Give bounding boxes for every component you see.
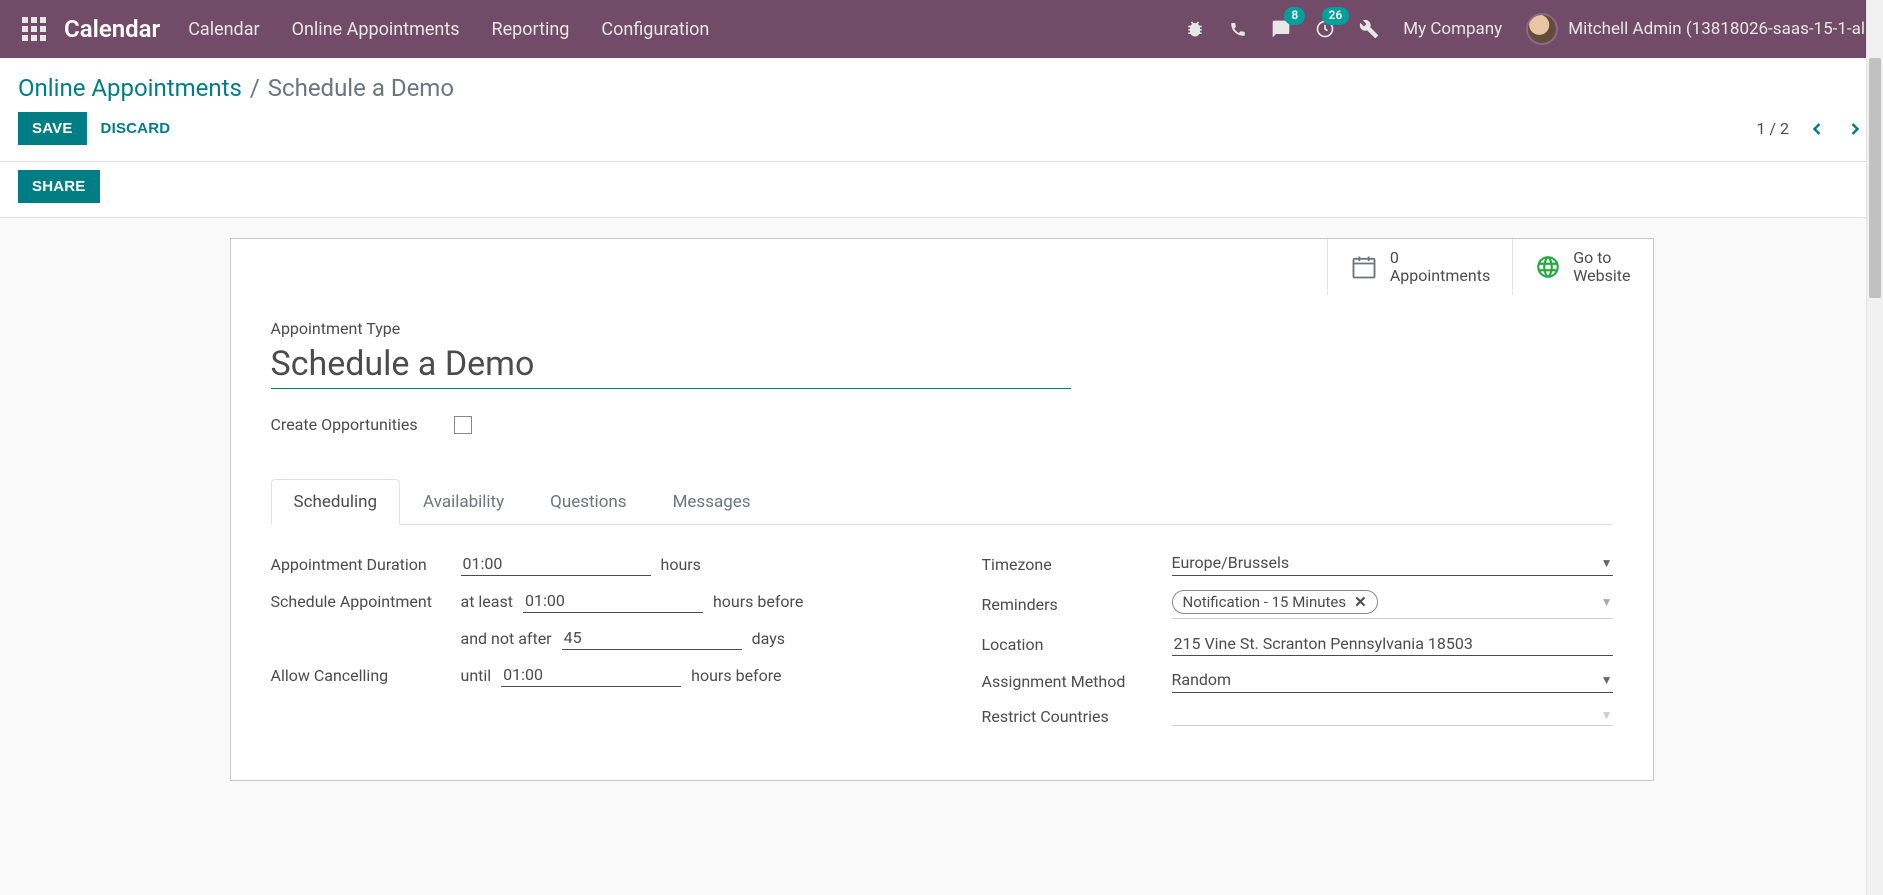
pager-prev-icon[interactable] [1807, 119, 1827, 139]
schedule-suffix1: hours before [713, 592, 803, 611]
schedule-prefix1: at least [461, 592, 513, 611]
restrict-label: Restrict Countries [982, 707, 1172, 726]
duration-label: Appointment Duration [271, 555, 461, 574]
schedule-suffix2: days [752, 629, 785, 648]
breadcrumb: Online Appointments / Schedule a Demo [18, 74, 1865, 102]
cancel-suffix: hours before [691, 666, 781, 685]
location-input[interactable] [1172, 633, 1613, 656]
stat-appointments[interactable]: 0 Appointments [1328, 239, 1512, 295]
form-right-col: Timezone Europe/Brussels ▼ Reminders Not… [982, 553, 1613, 740]
company-name[interactable]: My Company [1403, 19, 1502, 39]
create-opportunities-checkbox[interactable] [454, 416, 472, 434]
nav-right: 8 26 My Company Mitchell Admin (13818026… [1185, 13, 1865, 45]
clock-badge: 26 [1322, 7, 1350, 25]
timezone-label: Timezone [982, 555, 1172, 574]
stat-website-line1: Go to [1573, 249, 1630, 267]
pager-text: 1 / 2 [1756, 119, 1789, 138]
breadcrumb-sep: / [250, 74, 260, 102]
restrict-select[interactable]: ▼ [1172, 708, 1613, 726]
button-box: 0 Appointments Go to Website [1327, 239, 1653, 295]
brand-title[interactable]: Calendar [64, 15, 160, 43]
chat-badge: 8 [1284, 7, 1305, 25]
title-label: Appointment Type [271, 319, 1613, 338]
user-menu[interactable]: Mitchell Admin (13818026-saas-15-1-al [1526, 13, 1865, 45]
top-navbar: Calendar Calendar Online Appointments Re… [0, 0, 1883, 58]
share-button[interactable]: SHARE [18, 170, 100, 203]
appointment-type-input[interactable] [271, 342, 1071, 389]
form-sheet: 0 Appointments Go to Website Appointment… [230, 238, 1654, 781]
calendar-icon [1350, 253, 1378, 281]
nav-menu: Calendar Online Appointments Reporting C… [188, 19, 709, 40]
pager-next-icon[interactable] [1845, 119, 1865, 139]
breadcrumb-current: Schedule a Demo [268, 74, 454, 102]
schedule-label: Schedule Appointment [271, 592, 461, 611]
user-name: Mitchell Admin (13818026-saas-15-1-al [1568, 19, 1865, 39]
stat-count: 0 [1390, 249, 1490, 267]
reminders-label: Reminders [982, 595, 1172, 614]
schedule-min-input[interactable] [523, 590, 703, 613]
chat-icon[interactable]: 8 [1271, 19, 1291, 39]
save-button[interactable]: SAVE [18, 112, 87, 145]
caret-down-icon: ▼ [1601, 556, 1613, 570]
nav-item-reporting[interactable]: Reporting [492, 19, 570, 40]
schedule-max-input[interactable] [562, 627, 742, 650]
create-opportunities-label: Create Opportunities [271, 415, 418, 434]
caret-down-icon: ▼ [1601, 708, 1613, 722]
stat-website-line2: Website [1573, 267, 1630, 285]
scrollbar-thumb[interactable] [1869, 58, 1881, 298]
scrollbar[interactable] [1866, 0, 1883, 895]
discard-button[interactable]: DISCARD [87, 112, 185, 145]
clock-icon[interactable]: 26 [1315, 19, 1335, 39]
duration-input[interactable] [461, 553, 651, 576]
stat-label: Appointments [1390, 267, 1490, 285]
cancel-prefix: until [461, 666, 492, 685]
tabs: Scheduling Availability Questions Messag… [271, 478, 1613, 525]
cancel-label: Allow Cancelling [271, 666, 461, 685]
globe-icon [1535, 254, 1561, 280]
reminders-input[interactable]: Notification - 15 Minutes ✕ ▼ [1172, 590, 1613, 619]
tab-questions[interactable]: Questions [527, 479, 649, 525]
tools-icon[interactable] [1359, 19, 1379, 39]
tab-availability[interactable]: Availability [400, 479, 527, 525]
cancel-input[interactable] [501, 664, 681, 687]
assign-select[interactable]: Random ▼ [1172, 670, 1613, 693]
nav-item-configuration[interactable]: Configuration [601, 19, 709, 40]
tab-messages[interactable]: Messages [650, 479, 774, 525]
timezone-select[interactable]: Europe/Brussels ▼ [1172, 553, 1613, 576]
caret-down-icon: ▼ [1601, 673, 1613, 687]
location-label: Location [982, 635, 1172, 654]
share-row: SHARE [0, 162, 1883, 218]
reminder-tag-text: Notification - 15 Minutes [1183, 593, 1347, 611]
control-panel: Online Appointments / Schedule a Demo SA… [0, 58, 1883, 162]
pager: 1 / 2 [1756, 119, 1865, 139]
breadcrumb-parent[interactable]: Online Appointments [18, 74, 242, 102]
schedule-prefix2: and not after [461, 629, 552, 648]
avatar [1526, 13, 1558, 45]
assign-label: Assignment Method [982, 672, 1172, 691]
form-left-col: Appointment Duration hours Schedule Appo… [271, 553, 902, 740]
caret-down-icon: ▼ [1601, 595, 1613, 609]
stat-website[interactable]: Go to Website [1512, 239, 1652, 295]
phone-icon[interactable] [1229, 20, 1247, 38]
assign-value: Random [1172, 670, 1232, 689]
bug-icon[interactable] [1185, 19, 1205, 39]
nav-item-calendar[interactable]: Calendar [188, 19, 259, 40]
nav-item-online-appointments[interactable]: Online Appointments [292, 19, 460, 40]
tab-scheduling[interactable]: Scheduling [271, 479, 401, 525]
tag-remove-icon[interactable]: ✕ [1354, 593, 1367, 611]
timezone-value: Europe/Brussels [1172, 553, 1290, 572]
duration-suffix: hours [661, 555, 701, 574]
reminder-tag: Notification - 15 Minutes ✕ [1172, 590, 1378, 614]
apps-icon[interactable] [18, 13, 50, 45]
